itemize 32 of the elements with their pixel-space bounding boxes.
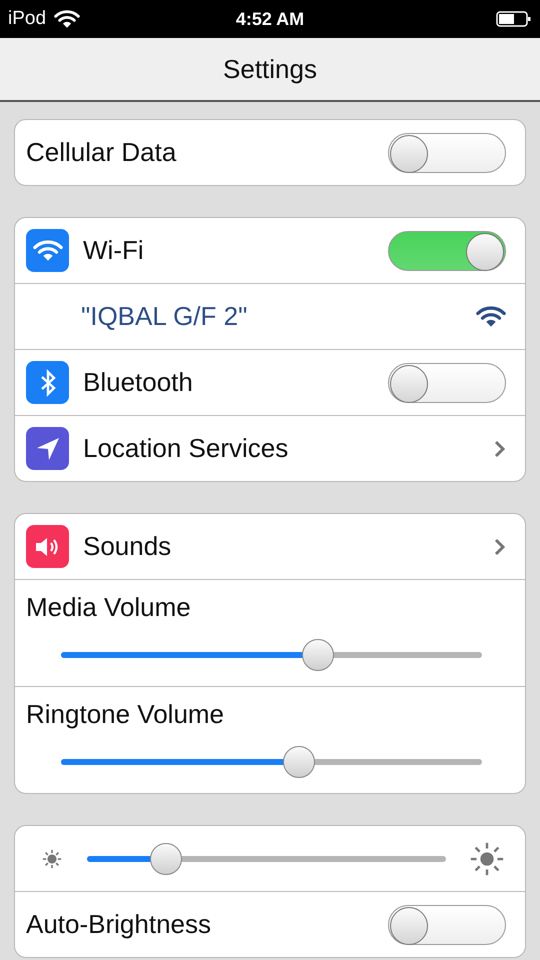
slider-thumb[interactable] xyxy=(150,842,182,874)
toggle-switch[interactable] xyxy=(388,904,506,944)
slider-thumb[interactable] xyxy=(302,638,334,670)
network-name: "IQBAL G/F 2" xyxy=(80,301,248,332)
settings-row[interactable]: Sounds xyxy=(15,514,525,579)
wifi-status-icon xyxy=(54,9,80,29)
row-label: Bluetooth xyxy=(83,367,194,398)
row-label: Sounds xyxy=(83,531,172,562)
slider-thumb[interactable] xyxy=(282,746,315,778)
slider-label: Media Volume xyxy=(26,591,192,623)
settings-row[interactable]: Bluetooth xyxy=(15,349,525,415)
row-label: Location Services xyxy=(83,433,290,464)
wifi-symbol-icon xyxy=(32,239,62,262)
row-label: Cellular Data xyxy=(26,137,178,168)
network-row[interactable]: "IQBAL G/F 2" xyxy=(15,283,525,349)
slider-label: Ringtone Volume xyxy=(26,698,226,730)
wifi-signal-icon xyxy=(476,305,506,328)
settings-row[interactable]: Auto-Brightness xyxy=(15,891,525,957)
nav-title: Settings xyxy=(223,54,317,84)
status-time: 4:52 AM xyxy=(236,8,304,30)
toggle-switch[interactable] xyxy=(388,230,506,270)
chevron-icon xyxy=(494,538,506,556)
carrier-label: iPod xyxy=(8,8,46,30)
row-label: Auto-Brightness xyxy=(26,909,212,940)
battery-icon xyxy=(496,10,532,28)
settings-row[interactable]: Wi-Fi xyxy=(15,218,525,283)
settings-row[interactable]: Cellular Data xyxy=(15,120,525,185)
toggle-switch[interactable] xyxy=(388,132,506,172)
chevron-icon xyxy=(494,440,506,458)
toggle-switch[interactable] xyxy=(388,362,506,402)
row-label: Wi-Fi xyxy=(83,235,145,266)
settings-row[interactable]: Location Services xyxy=(15,415,525,481)
